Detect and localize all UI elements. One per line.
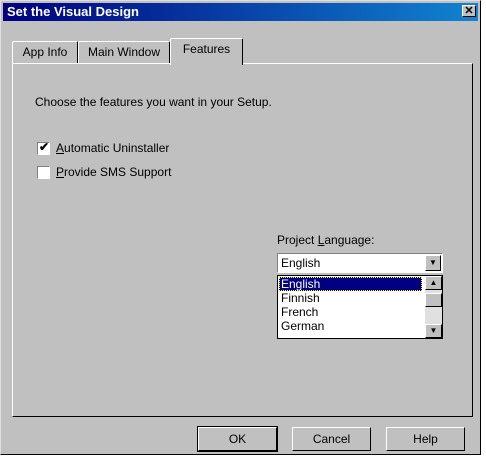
dropdown-scrollbar[interactable]: ▲ ▼ [425, 276, 442, 338]
close-button[interactable]: ✕ [462, 5, 476, 17]
dropdown-button[interactable]: ▼ [425, 255, 441, 271]
language-dropdown-list[interactable]: English Finnish French German ▲ ▼ [277, 275, 443, 339]
ok-button[interactable]: OK [197, 426, 278, 452]
tab-label: App Info [22, 45, 68, 59]
tab-features[interactable]: Features [170, 38, 243, 65]
chevron-down-icon: ▼ [429, 326, 438, 335]
automatic-uninstaller-checkbox[interactable]: ✔ [37, 140, 50, 155]
cancel-button[interactable]: Cancel [292, 427, 371, 451]
check-icon: ✔ [39, 140, 50, 154]
label-text: utomatic Uninstaller [64, 141, 170, 155]
label-text: rovide SMS Support [64, 165, 172, 179]
dialog-window: Set the Visual Design ✕ App Info Main Wi… [0, 0, 481, 455]
list-item[interactable]: German [279, 319, 422, 333]
window-title: Set the Visual Design [7, 4, 139, 19]
label-text: anguage: [324, 233, 375, 247]
list-item[interactable]: Finnish [279, 291, 422, 305]
button-label: Cancel [312, 432, 351, 446]
automatic-uninstaller-label[interactable]: Automatic Uninstaller [56, 141, 169, 155]
title-bar[interactable]: Set the Visual Design ✕ [3, 3, 478, 21]
help-button[interactable]: Help [386, 427, 465, 451]
provide-sms-support-checkbox[interactable] [37, 166, 50, 179]
scroll-up-button[interactable]: ▲ [425, 276, 442, 290]
project-language-combobox[interactable]: English ▼ [277, 253, 443, 273]
button-label: OK [228, 432, 247, 446]
combobox-value: English [281, 256, 321, 270]
list-item[interactable]: French [279, 305, 422, 319]
features-panel [12, 63, 473, 417]
scroll-down-button[interactable]: ▼ [425, 324, 442, 338]
project-language-label: Project Language: [277, 233, 374, 247]
label-text: Project [277, 233, 318, 247]
chevron-up-icon: ▲ [429, 278, 438, 287]
button-label: Help [413, 432, 438, 446]
tab-label: Main Window [87, 45, 161, 59]
accelerator-key: A [56, 141, 65, 155]
instruction-text: Choose the features you want in your Set… [35, 95, 272, 109]
tab-app-info[interactable]: App Info [12, 41, 78, 63]
tab-label: Features [182, 42, 231, 56]
accelerator-key: P [56, 165, 65, 179]
close-icon: ✕ [464, 5, 474, 17]
list-item[interactable]: English [279, 277, 422, 291]
provide-sms-support-label[interactable]: Provide SMS Support [56, 165, 171, 179]
tab-main-window[interactable]: Main Window [78, 41, 170, 63]
scroll-thumb[interactable] [425, 293, 442, 307]
chevron-down-icon: ▼ [429, 258, 437, 267]
